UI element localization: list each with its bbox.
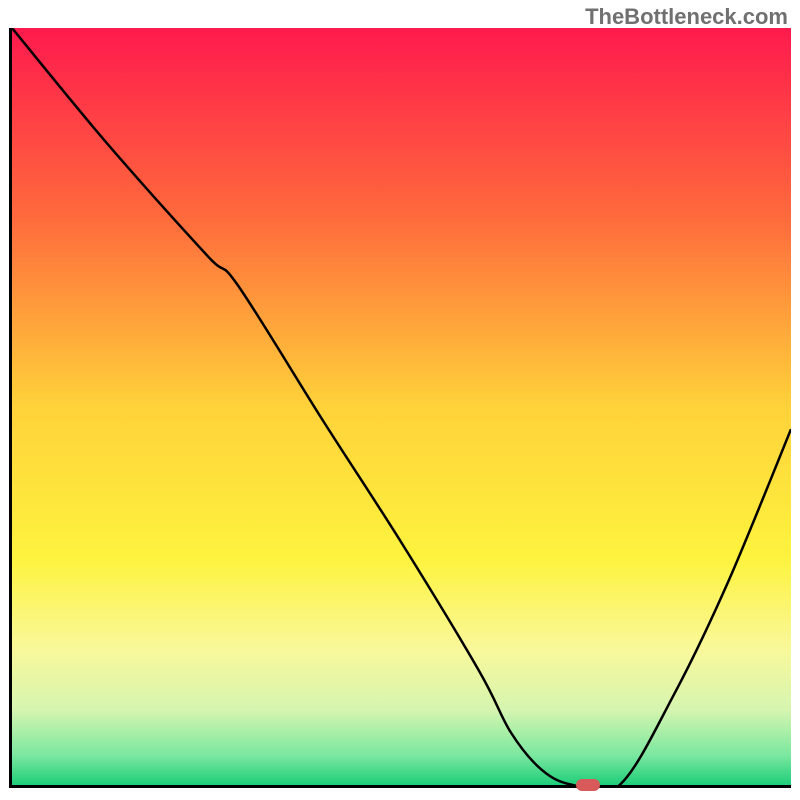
optimal-marker <box>576 779 600 791</box>
watermark-text: TheBottleneck.com <box>585 4 788 30</box>
bottleneck-curve <box>12 28 791 785</box>
plot-area <box>9 28 791 788</box>
